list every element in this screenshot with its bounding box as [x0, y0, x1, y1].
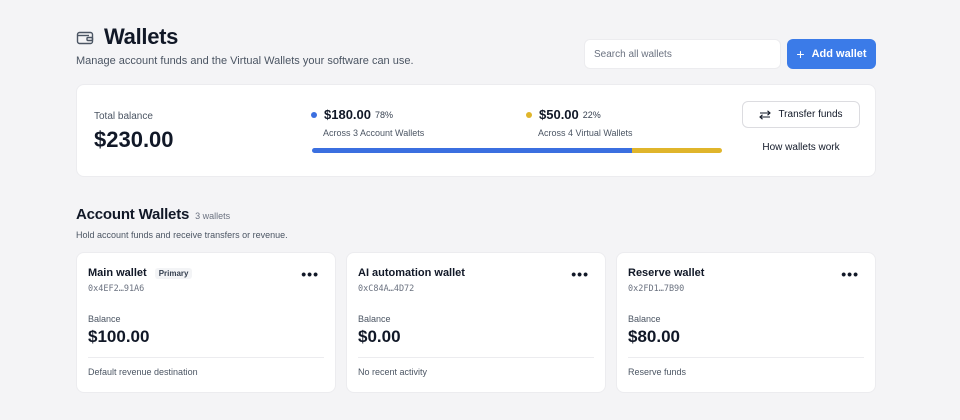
account-dot-icon [311, 111, 317, 118]
virtual-amount: $50.00 [539, 107, 579, 122]
transfer-funds-button[interactable]: Transfer funds [742, 101, 860, 128]
title-row: Wallets [76, 24, 178, 50]
account-wallets-segment: $180.00 78% Across 3 Account Wallets [311, 107, 424, 138]
page-title: Wallets [104, 24, 179, 49]
page-subtitle: Manage account funds and the Virtual Wal… [76, 55, 414, 67]
wallet-name: AI automation wallet [358, 267, 465, 279]
section-header: Account Wallets 3 wallets [76, 206, 230, 223]
primary-badge: Primary [154, 267, 193, 279]
wallet-card-reserve[interactable]: Reserve wallet 0x2FD1…7B90 ••• Balance $… [616, 252, 876, 393]
virtual-dot-icon [526, 111, 532, 118]
allocation-bar-account [312, 148, 632, 153]
section-description: Hold account funds and receive transfers… [76, 230, 288, 240]
section-title: Account Wallets [76, 206, 190, 223]
wallet-icon [76, 31, 94, 44]
section-count: 3 wallets [195, 211, 231, 221]
transfer-funds-label: Transfer funds [778, 109, 843, 120]
wallet-balance: $80.00 [628, 327, 680, 346]
wallet-footnote: Reserve funds [628, 367, 687, 377]
wallet-card-main[interactable]: Main wallet Primary 0x4EF2…91A6 ••• Bala… [76, 252, 336, 393]
balance-label: Balance [88, 314, 121, 324]
add-wallet-button[interactable]: + Add wallet [787, 39, 876, 69]
wallet-card-ai-automation[interactable]: AI automation wallet 0xC84A…4D72 ••• Bal… [346, 252, 606, 393]
more-options-icon[interactable]: ••• [841, 267, 859, 281]
more-options-icon[interactable]: ••• [571, 267, 589, 281]
transfer-arrows-icon [759, 109, 772, 120]
wallet-address: 0xC84A…4D72 [358, 284, 415, 294]
card-divider [88, 357, 324, 358]
allocation-bar-virtual [631, 148, 722, 153]
balance-summary-card: Total balance $230.00 $180.00 78% Across… [76, 84, 876, 177]
search-input[interactable] [584, 39, 781, 69]
account-caption: Across 3 Account Wallets [323, 128, 425, 138]
balance-label: Balance [628, 314, 661, 324]
balance-label: Balance [358, 314, 391, 324]
wallet-footnote: Default revenue destination [88, 367, 198, 377]
total-balance-label: Total balance [94, 111, 153, 122]
more-options-icon[interactable]: ••• [301, 267, 319, 281]
card-divider [358, 357, 594, 358]
plus-icon: + [796, 46, 805, 62]
wallet-address: 0x2FD1…7B90 [628, 284, 685, 294]
allocation-bar [312, 148, 722, 153]
virtual-caption: Across 4 Virtual Wallets [538, 128, 633, 138]
virtual-wallets-segment: $50.00 22% Across 4 Virtual Wallets [526, 107, 633, 138]
wallet-name: Reserve wallet [628, 267, 705, 279]
account-amount: $180.00 [324, 107, 371, 122]
page-header: Wallets Manage account funds and the Vir… [76, 24, 876, 74]
add-wallet-label: Add wallet [811, 48, 867, 60]
how-wallets-work-link[interactable]: How wallets work [742, 142, 860, 153]
virtual-percent: 22% [582, 109, 601, 120]
card-divider [628, 357, 864, 358]
wallet-balance: $0.00 [358, 327, 401, 346]
total-balance-value: $230.00 [94, 127, 174, 152]
wallet-address: 0x4EF2…91A6 [88, 284, 145, 294]
wallet-name: Main wallet [88, 267, 147, 279]
wallet-balance: $100.00 [88, 327, 150, 346]
wallet-footnote: No recent activity [358, 367, 428, 377]
account-percent: 78% [375, 109, 394, 120]
